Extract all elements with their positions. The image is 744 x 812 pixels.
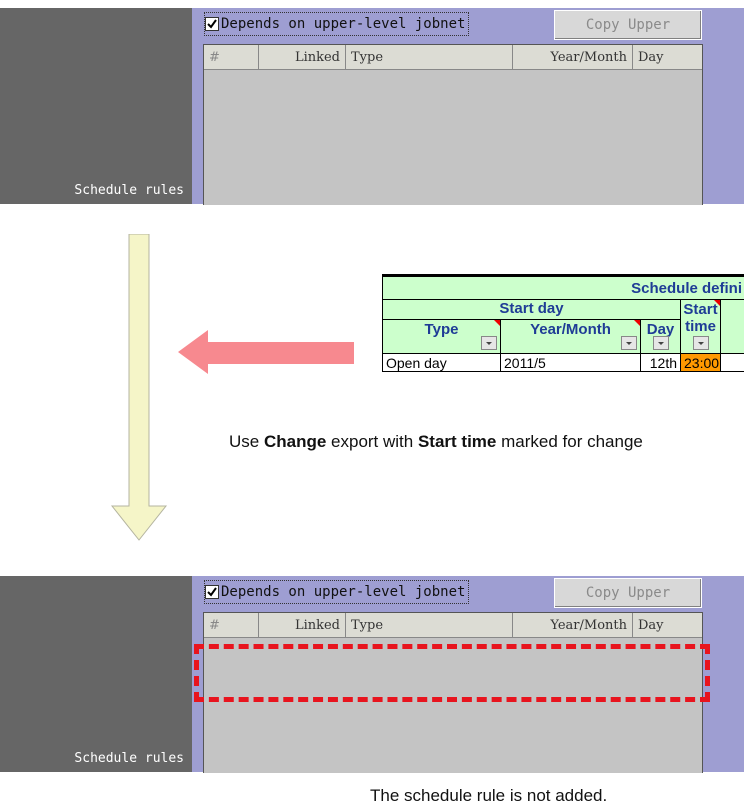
column-header-day[interactable]: Day: [633, 613, 702, 637]
caption-suffix: marked for change: [496, 432, 643, 451]
column-header-type[interactable]: Type: [346, 45, 513, 69]
caption-prefix: Use: [229, 432, 264, 451]
column-header-number[interactable]: #: [204, 45, 259, 69]
column-header-year-month[interactable]: Year/Month: [513, 613, 633, 637]
excel-title: Schedule defini: [631, 280, 742, 297]
checkbox-checked-icon[interactable]: [205, 585, 219, 599]
column-header-linked[interactable]: Linked: [259, 613, 346, 637]
column-header-day[interactable]: Day: [633, 45, 702, 69]
column-header-year-month[interactable]: Year/Month: [513, 45, 633, 69]
type-header: Type: [382, 319, 500, 353]
start-time-header-line2: time: [685, 318, 716, 335]
excel-schedule-definition: Schedule defini Start day Type Year/Mont…: [382, 274, 744, 372]
rule-not-added-caption: The schedule rule is not added.: [370, 786, 608, 805]
table-header: # Linked Type Year/Month Day: [204, 613, 702, 638]
left-arrow: [178, 330, 354, 374]
column-header-linked[interactable]: Linked: [259, 45, 346, 69]
schedule-rules-label: Schedule rules: [74, 183, 184, 198]
start-day-label: Start day: [499, 300, 564, 317]
filter-dropdown-icon[interactable]: [693, 336, 709, 350]
schedule-rules-panel-after: Schedule rules Depends on upper-level jo…: [0, 576, 744, 773]
row-start-time: 23:00: [680, 353, 720, 372]
day-header: Day: [640, 319, 680, 353]
cut-off-column: [720, 299, 744, 353]
filter-dropdown-icon[interactable]: [481, 336, 497, 350]
not-added-highlight: [194, 644, 710, 702]
checkbox-checked-icon[interactable]: [205, 17, 219, 31]
depends-upper-checkbox[interactable]: Depends on upper-level jobnet: [204, 12, 470, 36]
filter-dropdown-icon[interactable]: [653, 336, 669, 350]
row-bottom-border: [382, 371, 744, 372]
copy-upper-button[interactable]: Copy Upper: [554, 10, 702, 40]
caption-bold-change: Change: [263, 432, 327, 451]
panel-sidebar: Schedule rules: [0, 576, 192, 772]
depends-upper-label: Depends on upper-level jobnet: [221, 584, 466, 600]
year-month-header: Year/Month: [500, 319, 640, 353]
row-type: Open day: [382, 353, 500, 372]
column-header-number[interactable]: #: [204, 613, 259, 637]
copy-upper-button[interactable]: Copy Upper: [554, 578, 702, 608]
schedule-rules-panel-before: Schedule rules Depends on upper-level jo…: [0, 8, 744, 205]
schedule-rules-label: Schedule rules: [74, 751, 184, 766]
table-header: # Linked Type Year/Month Day: [204, 45, 702, 70]
depends-upper-label: Depends on upper-level jobnet: [221, 16, 466, 32]
down-arrow: [110, 234, 168, 541]
panel-sidebar: Schedule rules: [0, 8, 192, 204]
year-month-header-label: Year/Month: [530, 321, 611, 338]
row-cut-off-cell: [720, 353, 744, 372]
excel-title-bar: Schedule defini: [382, 274, 744, 299]
depends-upper-checkbox[interactable]: Depends on upper-level jobnet: [204, 580, 470, 604]
column-header-type[interactable]: Type: [346, 613, 513, 637]
filter-dropdown-icon[interactable]: [621, 336, 637, 350]
start-day-group-header: Start day: [382, 299, 680, 319]
caption-bold-start-time: Start time: [417, 432, 497, 451]
row-year-month: 2011/5: [500, 353, 640, 372]
start-time-header: Start time: [680, 299, 720, 353]
schedule-rules-table[interactable]: # Linked Type Year/Month Day: [203, 44, 703, 205]
row-day: 12th: [640, 353, 680, 372]
change-export-caption: Use Change export with Start time marked…: [229, 432, 643, 452]
caption-middle: export with: [326, 432, 418, 451]
